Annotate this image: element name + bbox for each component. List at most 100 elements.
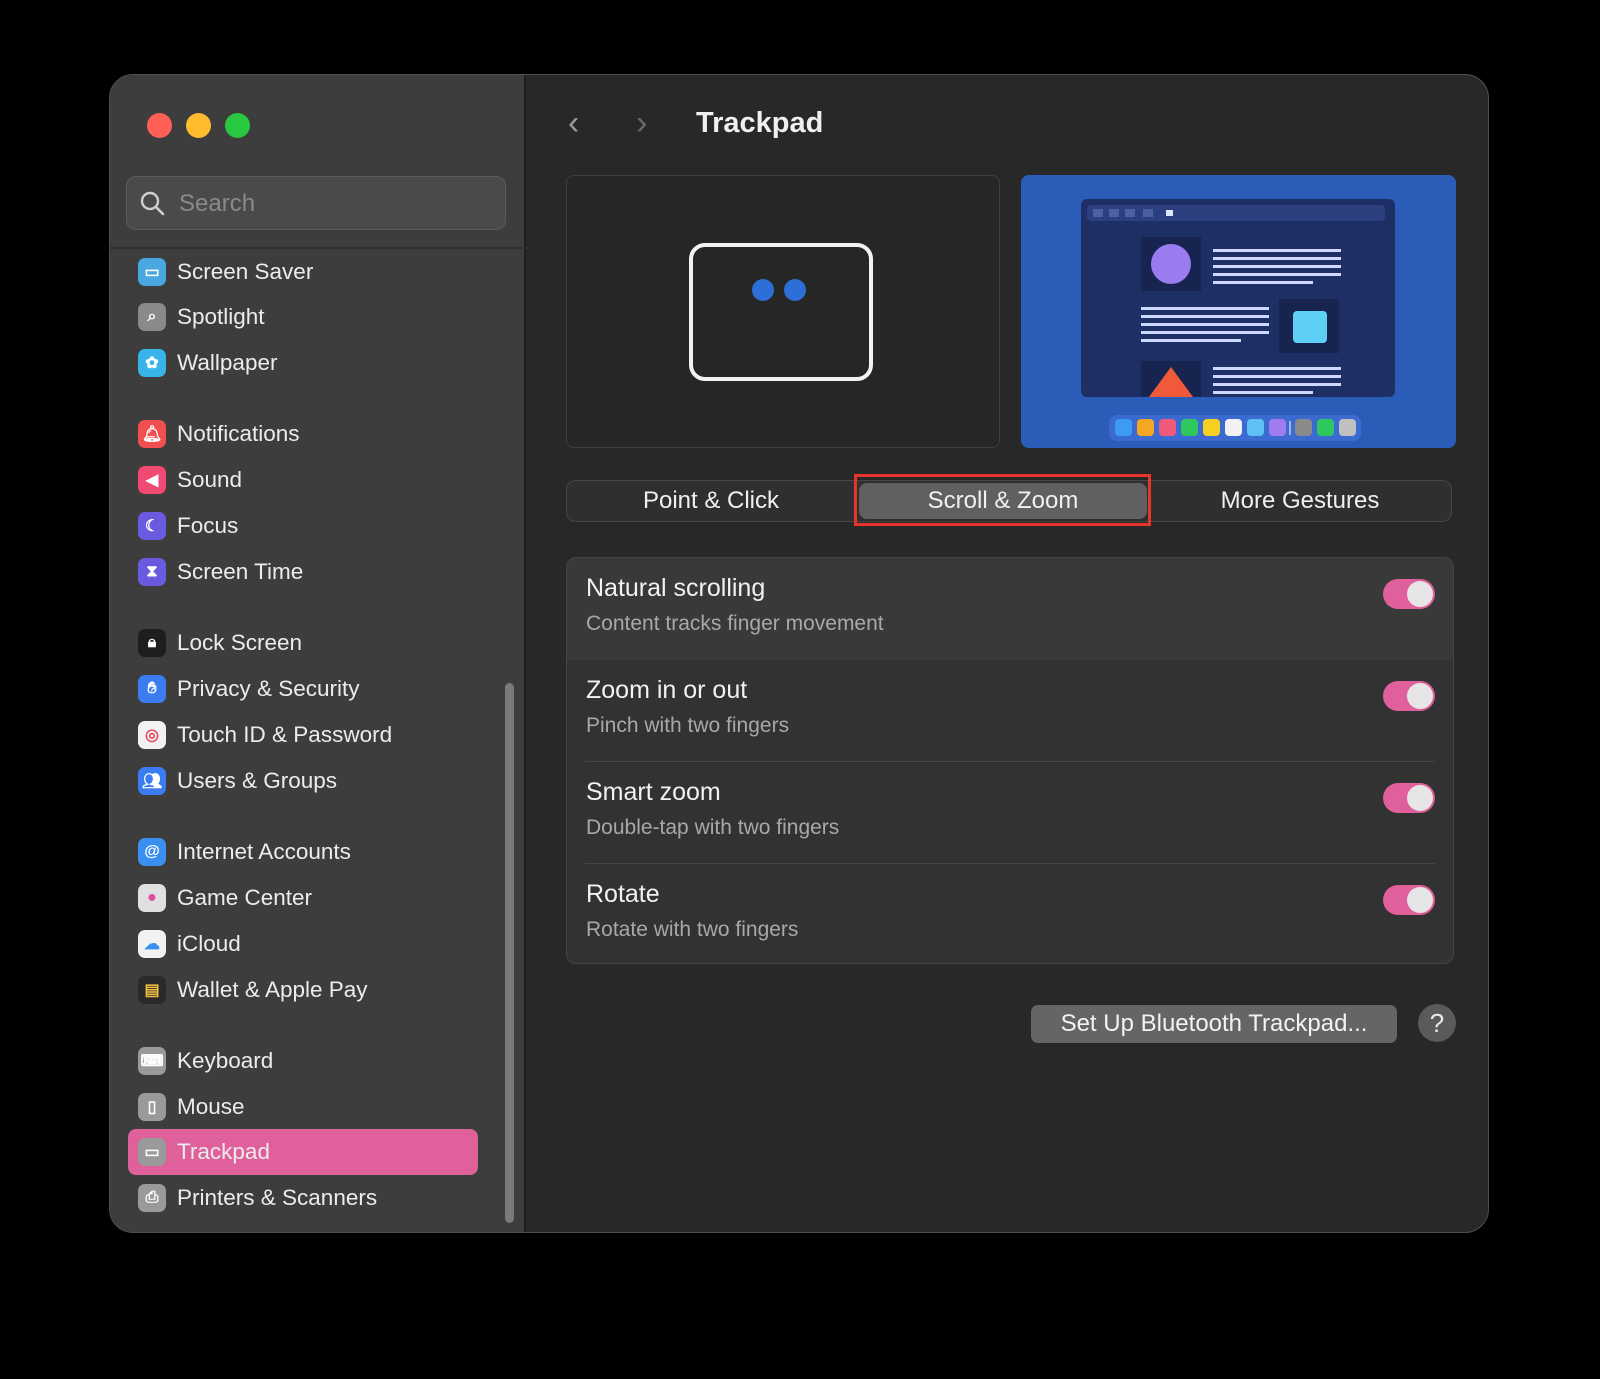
sidebar-scrollbar[interactable] (505, 683, 514, 1223)
natural-scrolling-toggle[interactable] (1383, 579, 1435, 609)
sidebar-item-screen-saver[interactable]: ▭ Screen Saver (128, 249, 478, 295)
keyboard-icon: ⌨ (138, 1047, 166, 1075)
screen-time-icon: ⧗ (138, 558, 166, 586)
toggle-knob (1407, 581, 1433, 607)
sidebar-item-label: Touch ID & Password (177, 722, 393, 747)
sidebar-item-label: Screen Saver (177, 259, 314, 284)
sidebar-item-focus[interactable]: ☾ Focus (128, 503, 478, 549)
sidebar-item-label: Screen Time (177, 559, 304, 584)
setting-subtitle: Double-tap with two fingers (586, 816, 840, 839)
setting-row-zoom: Zoom in or out Pinch with two fingers (567, 660, 1453, 762)
sidebar-item-label: Notifications (177, 421, 300, 446)
privacy-hand-icon: ✋︎ (138, 675, 166, 703)
setting-row-rotate: Rotate Rotate with two fingers (567, 864, 1453, 963)
wallet-icon: ▤ (138, 976, 166, 1004)
zoom-toggle[interactable] (1383, 681, 1435, 711)
sidebar-item-notifications[interactable]: 🔔︎ Notifications (128, 411, 478, 457)
sidebar-item-game-center[interactable]: ● Game Center (128, 875, 478, 921)
sidebar-item-label: Game Center (177, 885, 313, 910)
main-pane: ‹ › Trackpad Point & Click Scroll & Zoom… (526, 75, 1488, 1232)
sidebar-item-label: Mouse (177, 1094, 245, 1119)
sidebar-item-printers-scanners[interactable]: ⎙ Printers & Scanners (128, 1175, 478, 1221)
setting-subtitle: Rotate with two fingers (586, 918, 799, 941)
sidebar-item-lock-screen[interactable]: 🔒︎ Lock Screen (128, 620, 478, 666)
minimize-window-button[interactable] (186, 113, 211, 138)
desktop-illustration (1021, 175, 1456, 448)
sidebar-item-label: Internet Accounts (177, 839, 351, 864)
sidebar-item-sound[interactable]: ◀︎ Sound (128, 457, 478, 503)
game-center-icon: ● (138, 884, 166, 912)
sidebar-item-wallet[interactable]: ▤ Wallet & Apple Pay (128, 967, 478, 1013)
sidebar-item-label: Wallpaper (177, 350, 278, 375)
sidebar-item-label: Wallet & Apple Pay (177, 977, 368, 1002)
sidebar-list: ▭ Screen Saver ⌕ Spotlight ✿ Wallpaper 🔔… (110, 249, 526, 1232)
sidebar-item-keyboard[interactable]: ⌨ Keyboard (128, 1038, 478, 1084)
settings-window: ▭ Screen Saver ⌕ Spotlight ✿ Wallpaper 🔔… (109, 74, 1489, 1233)
tab-more-gestures[interactable]: More Gestures (1149, 481, 1451, 521)
setting-row-natural-scrolling: Natural scrolling Content tracks finger … (567, 558, 1453, 660)
sidebar-item-label: Trackpad (177, 1139, 270, 1164)
setting-title: Rotate (586, 880, 660, 908)
sidebar-item-wallpaper[interactable]: ✿ Wallpaper (128, 340, 478, 386)
sidebar-item-spotlight[interactable]: ⌕ Spotlight (128, 294, 478, 340)
focus-icon: ☾ (138, 512, 166, 540)
icloud-icon: ☁ (138, 930, 166, 958)
trackpad-icon: ▭ (138, 1138, 166, 1166)
toggle-knob (1407, 785, 1433, 811)
setting-title: Smart zoom (586, 778, 721, 806)
mouse-icon: ▯ (138, 1093, 166, 1121)
back-button[interactable]: ‹ (568, 103, 579, 143)
lock-screen-icon: 🔒︎ (138, 629, 166, 657)
setup-bluetooth-trackpad-button[interactable]: Set Up Bluetooth Trackpad... (1031, 1005, 1397, 1043)
search-field[interactable] (126, 176, 506, 231)
finger-dot (784, 279, 806, 301)
at-sign-icon: @ (138, 838, 166, 866)
sidebar-item-label: Spotlight (177, 304, 265, 329)
spotlight-icon: ⌕ (138, 303, 166, 331)
setting-subtitle: Pinch with two fingers (586, 714, 790, 737)
fingerprint-icon: ◎ (138, 721, 166, 749)
search-icon (140, 191, 165, 216)
finger-dot (752, 279, 774, 301)
sidebar-item-privacy-security[interactable]: ✋︎ Privacy & Security (128, 666, 478, 712)
gesture-preview (566, 175, 1000, 448)
sidebar-item-label: Lock Screen (177, 630, 303, 655)
sidebar-item-label: Privacy & Security (177, 676, 360, 701)
screen-preview-illustration (1021, 175, 1456, 448)
sidebar-item-label: Users & Groups (177, 768, 338, 793)
tab-point-click[interactable]: Point & Click (567, 481, 855, 521)
sidebar-item-mouse[interactable]: ▯ Mouse (128, 1084, 478, 1130)
sidebar-item-label: iCloud (177, 931, 241, 956)
printer-icon: ⎙ (138, 1184, 166, 1212)
toggle-knob (1407, 887, 1433, 913)
zoom-window-button[interactable] (225, 113, 250, 138)
sidebar-item-trackpad[interactable]: ▭ Trackpad (128, 1129, 478, 1175)
setting-subtitle: Content tracks finger movement (586, 612, 884, 635)
forward-button[interactable]: › (636, 103, 647, 143)
setting-title: Natural scrolling (586, 574, 766, 602)
sidebar-item-label: Sound (177, 467, 243, 492)
smart-zoom-toggle[interactable] (1383, 783, 1435, 813)
rotate-toggle[interactable] (1383, 885, 1435, 915)
close-window-button[interactable] (147, 113, 172, 138)
trackpad-illustration (689, 243, 873, 381)
sidebar-item-icloud[interactable]: ☁ iCloud (128, 921, 478, 967)
sound-icon: ◀︎ (138, 466, 166, 494)
sidebar-item-users-groups[interactable]: 👥︎ Users & Groups (128, 758, 478, 804)
notifications-icon: 🔔︎ (138, 420, 166, 448)
wallpaper-icon: ✿ (138, 349, 166, 377)
sidebar-item-internet-accounts[interactable]: @ Internet Accounts (128, 829, 478, 875)
search-input[interactable] (177, 177, 501, 231)
highlight-box (854, 474, 1151, 526)
sidebar-item-touch-id[interactable]: ◎ Touch ID & Password (128, 712, 478, 758)
sidebar-item-screen-time[interactable]: ⧗ Screen Time (128, 549, 478, 595)
help-button[interactable]: ? (1418, 1004, 1456, 1042)
setting-row-smart-zoom: Smart zoom Double-tap with two fingers (567, 762, 1453, 864)
sidebar-item-label: Keyboard (177, 1048, 274, 1073)
sidebar-item-label: Focus (177, 513, 239, 538)
screen-saver-icon: ▭ (138, 258, 166, 286)
setting-title: Zoom in or out (586, 676, 748, 704)
page-title: Trackpad (696, 107, 824, 139)
users-icon: 👥︎ (138, 767, 166, 795)
settings-group: Natural scrolling Content tracks finger … (566, 557, 1454, 964)
